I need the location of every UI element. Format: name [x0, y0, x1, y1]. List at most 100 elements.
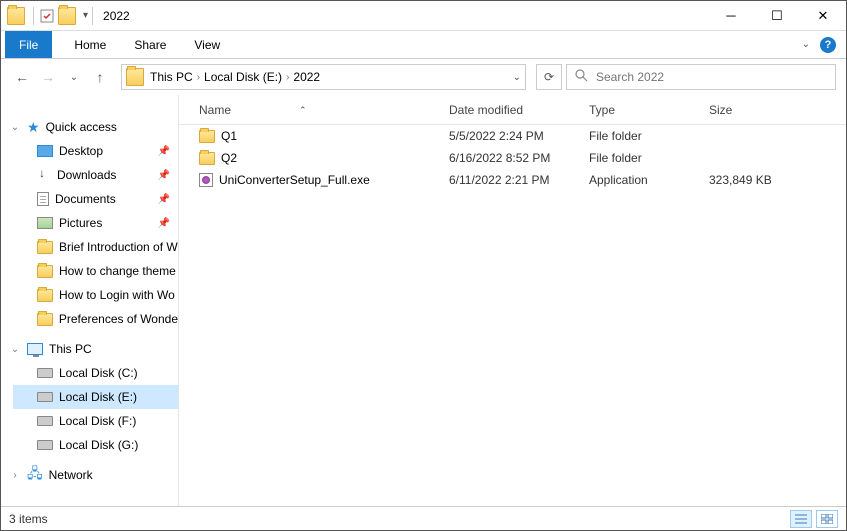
- file-type: File folder: [589, 129, 709, 143]
- sidebar-item-documents[interactable]: Documents 📌: [13, 187, 178, 211]
- breadcrumb-0[interactable]: This PC›: [150, 70, 204, 84]
- qat-newfolder-icon[interactable]: [58, 7, 76, 25]
- network-label: Network: [49, 468, 93, 482]
- minimize-button[interactable]: ─: [708, 1, 754, 31]
- pin-icon: 📌: [158, 194, 170, 205]
- help-icon[interactable]: ?: [820, 37, 836, 53]
- folder-icon: [37, 265, 53, 278]
- chevron-down-icon[interactable]: ⌄: [9, 122, 21, 133]
- sidebar-item-folder[interactable]: How to Login with Wo: [13, 283, 178, 307]
- network-root[interactable]: › 🖧 Network: [1, 463, 178, 487]
- sidebar-item-label: Local Disk (C:): [59, 366, 138, 380]
- file-name: Q1: [221, 129, 237, 143]
- chevron-down-icon[interactable]: ⌄: [9, 344, 21, 355]
- address-folder-icon: [126, 68, 144, 86]
- ribbon: File Home Share View ⌄ ?: [1, 31, 846, 59]
- this-pc-label: This PC: [49, 342, 92, 356]
- column-headers: Name ⌃ Date modified Type Size: [179, 95, 846, 125]
- back-button[interactable]: ←: [11, 66, 33, 88]
- sidebar-item-folder[interactable]: Brief Introduction of W: [13, 235, 178, 259]
- sidebar-item-label: Pictures: [59, 216, 102, 230]
- column-type[interactable]: Type: [589, 103, 709, 117]
- pc-icon: [27, 343, 43, 355]
- tab-home[interactable]: Home: [60, 31, 120, 58]
- close-button[interactable]: ✕: [800, 1, 846, 31]
- refresh-button[interactable]: ⟳: [536, 64, 562, 90]
- window-folder-icon: [7, 7, 25, 25]
- search-input[interactable]: [596, 70, 827, 84]
- address-dropdown-icon[interactable]: ⌄: [513, 72, 521, 83]
- star-icon: ★: [27, 119, 40, 136]
- quick-access-label: Quick access: [46, 120, 117, 134]
- column-size[interactable]: Size: [709, 103, 809, 117]
- recent-dropdown-icon[interactable]: ⌄: [63, 66, 85, 88]
- quick-access-root[interactable]: ⌄ ★ Quick access: [1, 115, 178, 139]
- list-item[interactable]: Q2 6/16/2022 8:52 PM File folder: [179, 147, 846, 169]
- tab-share[interactable]: Share: [120, 31, 180, 58]
- pin-icon: 📌: [158, 170, 170, 181]
- status-count: 3 items: [9, 512, 48, 526]
- sidebar-item-desktop[interactable]: Desktop 📌: [13, 139, 178, 163]
- sidebar-item-drive-c[interactable]: Local Disk (C:): [13, 361, 178, 385]
- folder-icon: [37, 313, 53, 326]
- disk-icon: [37, 392, 53, 402]
- search-box[interactable]: [566, 64, 836, 90]
- sidebar-item-drive-g[interactable]: Local Disk (G:): [13, 433, 178, 457]
- list-item[interactable]: UniConverterSetup_Full.exe 6/11/2022 2:2…: [179, 169, 846, 191]
- up-button[interactable]: ↑: [89, 66, 111, 88]
- this-pc-root[interactable]: ⌄ This PC: [1, 337, 178, 361]
- breadcrumb-1[interactable]: Local Disk (E:) ›: [204, 70, 293, 84]
- view-large-button[interactable]: [816, 510, 838, 528]
- pin-icon: 📌: [158, 218, 170, 229]
- chevron-right-icon[interactable]: ›: [9, 470, 21, 481]
- breadcrumb-2[interactable]: 2022: [293, 70, 320, 84]
- sidebar-item-label: Documents: [55, 192, 116, 206]
- chevron-right-icon[interactable]: ›: [286, 72, 289, 83]
- document-icon: [37, 192, 49, 206]
- sort-ascending-icon: ⌃: [299, 105, 307, 116]
- pin-icon: 📌: [158, 146, 170, 157]
- chevron-right-icon[interactable]: ›: [197, 72, 200, 83]
- qat-separator-2: [92, 7, 93, 25]
- pictures-icon: [37, 217, 53, 229]
- disk-icon: [37, 416, 53, 426]
- sidebar-item-label: Downloads: [57, 168, 116, 182]
- forward-button[interactable]: →: [37, 66, 59, 88]
- application-icon: [199, 173, 213, 187]
- sidebar-item-folder[interactable]: Preferences of Wonde: [13, 307, 178, 331]
- tab-view[interactable]: View: [180, 31, 234, 58]
- sidebar-item-downloads[interactable]: Downloads 📌: [13, 163, 178, 187]
- titlebar: ▾ 2022 ─ ☐ ✕: [1, 1, 846, 31]
- sidebar-item-label: Local Disk (G:): [59, 438, 138, 452]
- sidebar-item-label: Local Disk (E:): [59, 390, 137, 404]
- sidebar-item-label: Desktop: [59, 144, 103, 158]
- sidebar-item-label: Brief Introduction of W: [59, 240, 178, 254]
- statusbar: 3 items: [1, 506, 846, 530]
- disk-icon: [37, 368, 53, 378]
- address-bar[interactable]: This PC› Local Disk (E:) › 2022 ⌄: [121, 64, 526, 90]
- qat-properties-icon[interactable]: [38, 7, 56, 25]
- file-date: 5/5/2022 2:24 PM: [449, 129, 589, 143]
- qat-dropdown-icon[interactable]: ▾: [83, 10, 88, 21]
- list-item[interactable]: Q1 5/5/2022 2:24 PM File folder: [179, 125, 846, 147]
- sidebar-item-drive-e[interactable]: Local Disk (E:): [13, 385, 178, 409]
- sidebar-item-label: How to change theme: [59, 264, 176, 278]
- sidebar-item-folder[interactable]: How to change theme: [13, 259, 178, 283]
- tab-file[interactable]: File: [5, 31, 52, 58]
- search-icon: [575, 69, 588, 85]
- sidebar-item-drive-f[interactable]: Local Disk (F:): [13, 409, 178, 433]
- folder-icon: [37, 241, 53, 254]
- view-details-button[interactable]: [790, 510, 812, 528]
- sidebar-item-pictures[interactable]: Pictures 📌: [13, 211, 178, 235]
- column-date[interactable]: Date modified: [449, 103, 589, 117]
- maximize-button[interactable]: ☐: [754, 1, 800, 31]
- file-size: 323,849 KB: [709, 173, 809, 187]
- column-name[interactable]: Name ⌃: [179, 103, 449, 117]
- folder-icon: [199, 130, 215, 143]
- folder-icon: [199, 152, 215, 165]
- disk-icon: [37, 440, 53, 450]
- download-icon: [37, 168, 51, 182]
- ribbon-collapse-icon[interactable]: ⌄: [802, 39, 810, 50]
- breadcrumb-label: Local Disk (E:): [204, 70, 282, 84]
- navbar: ← → ⌄ ↑ This PC› Local Disk (E:) › 2022 ⌄…: [1, 59, 846, 95]
